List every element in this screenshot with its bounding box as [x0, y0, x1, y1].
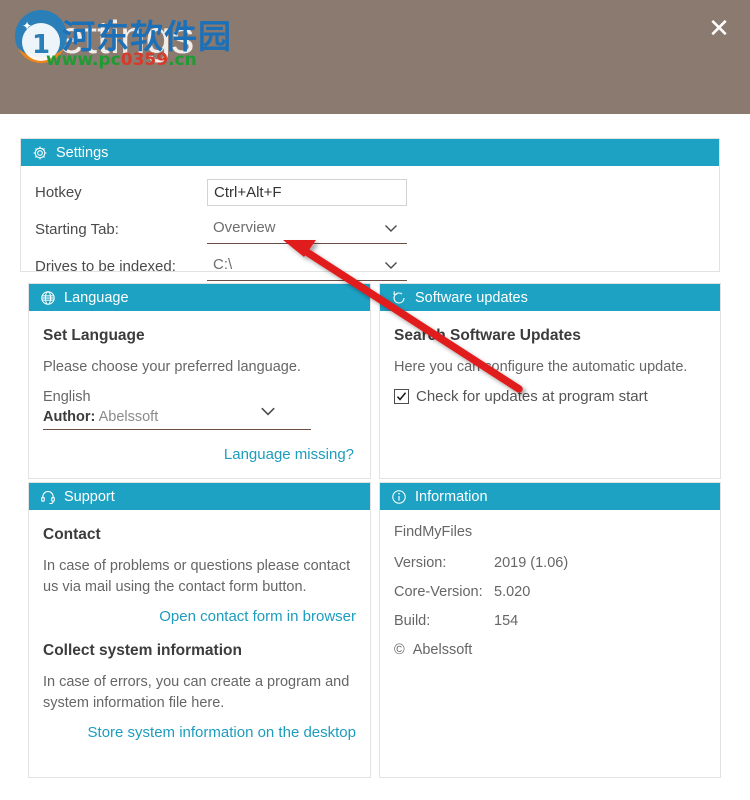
- copyright-owner: Abelssoft: [412, 642, 473, 658]
- chevron-down-icon: [261, 407, 275, 416]
- starting-tab-value: Overview: [213, 219, 276, 236]
- core-version-row: Core-Version: 5.020: [394, 584, 706, 600]
- starting-tab-label: Starting Tab:: [35, 221, 119, 238]
- core-version-value: 5.020: [494, 584, 531, 600]
- updates-description: Here you can configure the automatic upd…: [394, 359, 688, 375]
- collect-link-wrap: Store system information on the desktop: [43, 724, 356, 742]
- close-icon[interactable]: ✕: [702, 11, 736, 45]
- language-select[interactable]: English Author: Abelssoft: [43, 388, 311, 430]
- refresh-icon: [390, 289, 408, 307]
- drives-select[interactable]: C:\: [207, 253, 407, 281]
- updates-panel-header: Software updates: [380, 284, 720, 311]
- language-panel-header: Language: [29, 284, 370, 311]
- check-updates-label: Check for updates at program start: [416, 388, 648, 405]
- language-missing-wrap: Language missing?: [43, 446, 356, 464]
- build-label: Build:: [394, 613, 431, 629]
- hotkey-label: Hotkey: [35, 184, 82, 201]
- store-system-info-link[interactable]: Store system information on the desktop: [88, 724, 356, 741]
- updates-panel-title: Software updates: [415, 289, 528, 306]
- settings-panel: Settings Hotkey Ctrl+Alt+F Starting Tab:…: [20, 138, 720, 281]
- version-label: Version:: [394, 555, 447, 571]
- support-panel: Support Contact In case of problems or q…: [28, 482, 371, 778]
- checkmark-icon: [396, 392, 407, 401]
- language-panel: Language Set Language Please choose your…: [28, 283, 371, 479]
- search-updates-heading: Search Software Updates: [394, 327, 581, 344]
- gear-icon: [31, 144, 49, 162]
- chevron-down-icon: [385, 225, 397, 232]
- copyright-icon: ©: [394, 642, 405, 658]
- collect-info-heading: Collect system information: [43, 642, 242, 659]
- software-updates-panel: Software updates Search Software Updates…: [379, 283, 721, 479]
- copyright: © Abelssoft: [394, 642, 706, 658]
- open-contact-form-link[interactable]: Open contact form in browser: [159, 608, 356, 625]
- set-language-heading: Set Language: [43, 327, 145, 344]
- information-panel-body: FindMyFiles Version: 2019 (1.06) Core-Ve…: [380, 510, 720, 670]
- starting-tab-select[interactable]: Overview: [207, 216, 407, 244]
- headset-icon: [39, 488, 57, 506]
- language-missing-link[interactable]: Language missing?: [224, 446, 354, 463]
- drives-row: Drives to be indexed: C:\: [35, 253, 719, 283]
- build-row: Build: 154: [394, 613, 706, 629]
- settings-form: Hotkey Ctrl+Alt+F Starting Tab: Overview…: [21, 166, 719, 283]
- information-panel-header: Information: [380, 483, 720, 510]
- language-description: Please choose your preferred language.: [43, 359, 301, 375]
- version-value: 2019 (1.06): [494, 555, 569, 571]
- globe-icon: [39, 289, 57, 307]
- drives-label: Drives to be indexed:: [35, 258, 176, 275]
- app-name: FindMyFiles: [394, 524, 473, 540]
- info-icon: [390, 488, 408, 506]
- language-author-label: Author:: [43, 409, 96, 425]
- starting-tab-row: Starting Tab: Overview: [35, 216, 719, 246]
- information-panel-title: Information: [415, 488, 488, 505]
- core-version-label: Core-Version:: [394, 584, 483, 600]
- build-value: 154: [494, 613, 519, 629]
- information-panel: Information FindMyFiles Version: 2019 (1…: [379, 482, 721, 778]
- settings-panel-header: Settings: [21, 139, 719, 166]
- language-panel-title: Language: [64, 289, 129, 306]
- support-panel-body: Contact In case of problems or questions…: [29, 510, 370, 770]
- check-updates-row[interactable]: Check for updates at program start: [394, 388, 706, 405]
- contact-text: In case of problems or questions please …: [43, 558, 351, 595]
- collect-info-text: In case of errors, you can create a prog…: [43, 674, 350, 711]
- window-header: Settings ✕ 1 ✦ 河东软件园 www.pc0359.cn: [0, 0, 750, 114]
- hotkey-input[interactable]: Ctrl+Alt+F: [207, 179, 407, 206]
- page-title: Settings: [28, 11, 195, 63]
- language-panel-body: Set Language Please choose your preferre…: [29, 311, 370, 476]
- language-author-value: Abelssoft: [98, 409, 159, 425]
- version-row: Version: 2019 (1.06): [394, 555, 706, 571]
- drives-value: C:\: [213, 256, 233, 273]
- chevron-down-icon: [385, 262, 397, 269]
- settings-panel-title: Settings: [56, 144, 109, 161]
- check-updates-checkbox[interactable]: [394, 389, 409, 404]
- support-panel-header: Support: [29, 483, 370, 510]
- support-panel-title: Support: [64, 488, 115, 505]
- updates-panel-body: Search Software Updates Here you can con…: [380, 311, 720, 417]
- contact-heading: Contact: [43, 526, 101, 543]
- hotkey-row: Hotkey Ctrl+Alt+F: [35, 179, 719, 209]
- contact-link-wrap: Open contact form in browser: [43, 608, 356, 626]
